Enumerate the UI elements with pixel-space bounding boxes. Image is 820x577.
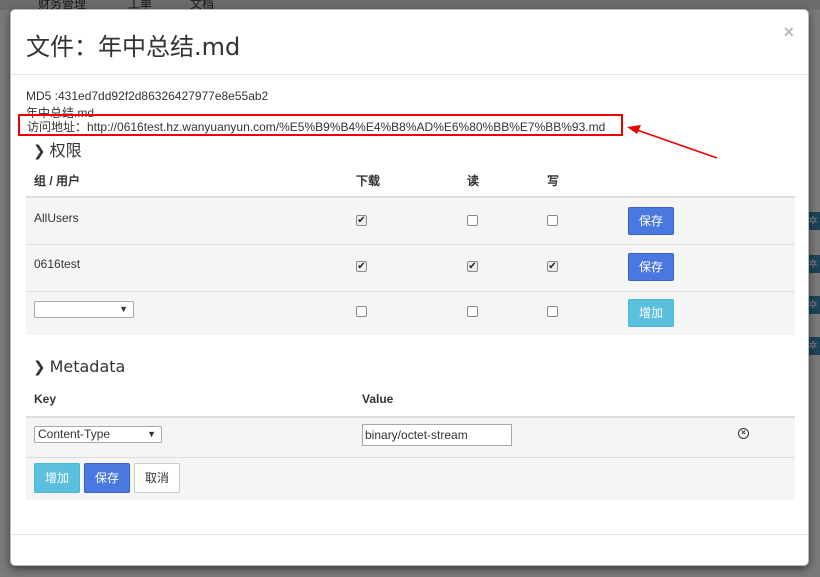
header-key: Key <box>34 392 57 406</box>
table-row: 0616test ✔ ✔ ✔ 保存 <box>26 245 795 292</box>
access-url[interactable]: 访问地址：http://0616test.hz.wanyuanyun.com/%… <box>27 118 605 135</box>
save-permission-button[interactable]: 保存 <box>628 253 674 281</box>
chevron-right-icon: ❯ <box>33 358 46 376</box>
metadata-key-select[interactable]: Content-Type ▼ <box>34 426 162 443</box>
url-highlight-box: 访问地址：http://0616test.hz.wanyuanyun.com/%… <box>18 114 623 136</box>
table-row: AllUsers ✔ 保存 <box>26 198 795 245</box>
permissions-header-row: 组 / 用户 下载 读 写 <box>26 160 795 198</box>
header-group-user: 组 / 用户 <box>34 174 81 188</box>
close-icon[interactable]: × <box>783 22 794 43</box>
write-checkbox[interactable] <box>547 215 558 226</box>
metadata-table: Key Value Content-Type ▼ binary/octet-st… <box>26 380 795 500</box>
save-metadata-button[interactable]: 保存 <box>84 463 130 493</box>
chevron-down-icon: ▼ <box>147 429 156 439</box>
read-checkbox[interactable] <box>467 306 478 317</box>
modal-header: 文件：年中总结.md × <box>11 10 808 75</box>
permissions-table: 组 / 用户 下载 读 写 AllUsers ✔ 保存 0616test ✔ ✔… <box>26 160 795 335</box>
new-permission-row: ▼ 增加 <box>26 292 795 335</box>
select-value: Content-Type <box>38 427 111 441</box>
write-checkbox[interactable] <box>547 306 558 317</box>
chevron-down-icon: ▼ <box>119 304 128 314</box>
permissions-title-label: 权限 <box>49 141 82 160</box>
metadata-header-row: Key Value <box>26 380 795 418</box>
chevron-right-icon: ❯ <box>33 142 46 160</box>
group-user-select[interactable]: ▼ <box>34 301 134 318</box>
metadata-row: Content-Type ▼ binary/octet-stream × <box>26 418 795 458</box>
download-checkbox[interactable] <box>356 306 367 317</box>
read-checkbox[interactable] <box>467 215 478 226</box>
metadata-value-input[interactable]: binary/octet-stream <box>362 424 512 446</box>
row-user-name: AllUsers <box>34 211 79 225</box>
modal-footer-divider <box>11 534 808 535</box>
header-write: 写 <box>547 174 560 188</box>
metadata-title-label: Metadata <box>49 357 126 376</box>
modal-title: 文件：年中总结.md <box>26 33 241 61</box>
file-modal: 文件：年中总结.md × MD5 :431ed7dd92f2d863264279… <box>10 9 809 566</box>
save-permission-button[interactable]: 保存 <box>628 207 674 235</box>
download-checkbox[interactable]: ✔ <box>356 261 367 272</box>
add-metadata-button[interactable]: 增加 <box>34 463 80 493</box>
add-permission-button[interactable]: 增加 <box>628 299 674 327</box>
header-download: 下载 <box>356 174 381 188</box>
download-checkbox[interactable]: ✔ <box>356 215 367 226</box>
remove-circle-icon[interactable]: × <box>738 428 749 439</box>
header-read: 读 <box>467 174 480 188</box>
cancel-button[interactable]: 取消 <box>134 463 180 493</box>
read-checkbox[interactable]: ✔ <box>467 261 478 272</box>
permissions-section-title[interactable]: ❯ 权限 <box>33 137 82 161</box>
write-checkbox[interactable]: ✔ <box>547 261 558 272</box>
row-user-name: 0616test <box>34 257 81 271</box>
md5-text: MD5 :431ed7dd92f2d86326427977e8e55ab2 <box>26 89 269 103</box>
header-value: Value <box>362 392 394 406</box>
metadata-section-title[interactable]: ❯ Metadata <box>33 357 125 376</box>
